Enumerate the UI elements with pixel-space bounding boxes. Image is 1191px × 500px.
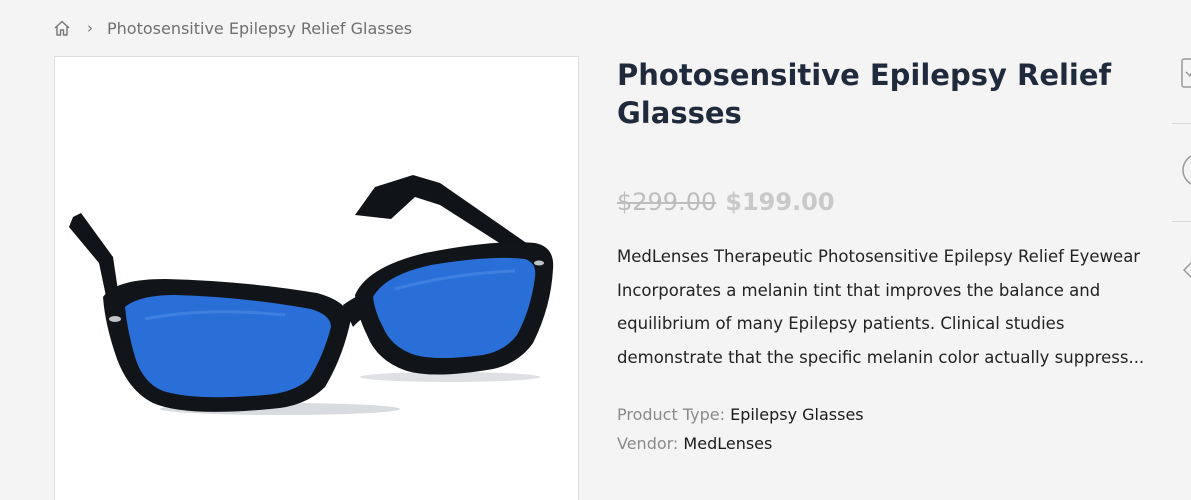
compare-icon[interactable] <box>1180 58 1191 92</box>
product-type-label: Product Type: <box>617 405 725 424</box>
product-type-value[interactable]: Epilepsy Glasses <box>730 405 864 424</box>
sidebar-divider <box>1172 221 1191 222</box>
vendor-label: Vendor: <box>617 434 679 453</box>
breadcrumb-current: Photosensitive Epilepsy Relief Glasses <box>107 18 413 38</box>
home-icon[interactable] <box>53 19 71 37</box>
arrow-icon[interactable] <box>1180 256 1191 288</box>
breadcrumb-separator: › <box>87 19 93 37</box>
product-image[interactable] <box>54 56 579 500</box>
product-meta: Product Type: Epilepsy Glasses Vendor: M… <box>617 400 1152 458</box>
product-description: MedLenses Therapeutic Photosensitive Epi… <box>617 247 1145 367</box>
vendor-value[interactable]: MedLenses <box>683 434 772 453</box>
vendor-row: Vendor: MedLenses <box>617 429 1152 458</box>
circle-icon[interactable] <box>1180 152 1191 192</box>
glasses-image <box>69 175 554 415</box>
sale-price: $199.00 <box>725 188 835 216</box>
product-title: Photosensitive Epilepsy Relief Glasses <box>617 58 1112 130</box>
breadcrumb: › Photosensitive Epilepsy Relief Glasses <box>53 17 412 39</box>
original-price: $299.00 <box>617 188 717 216</box>
price-row: $299.00 $199.00 <box>617 188 1152 216</box>
product-info: Photosensitive Epilepsy Relief Glasses $… <box>617 56 1152 458</box>
right-sidebar <box>1172 0 1191 500</box>
product-type-row: Product Type: Epilepsy Glasses <box>617 400 1152 429</box>
product-page: › Photosensitive Epilepsy Relief Glasses <box>0 0 1191 500</box>
sidebar-divider <box>1172 123 1191 124</box>
